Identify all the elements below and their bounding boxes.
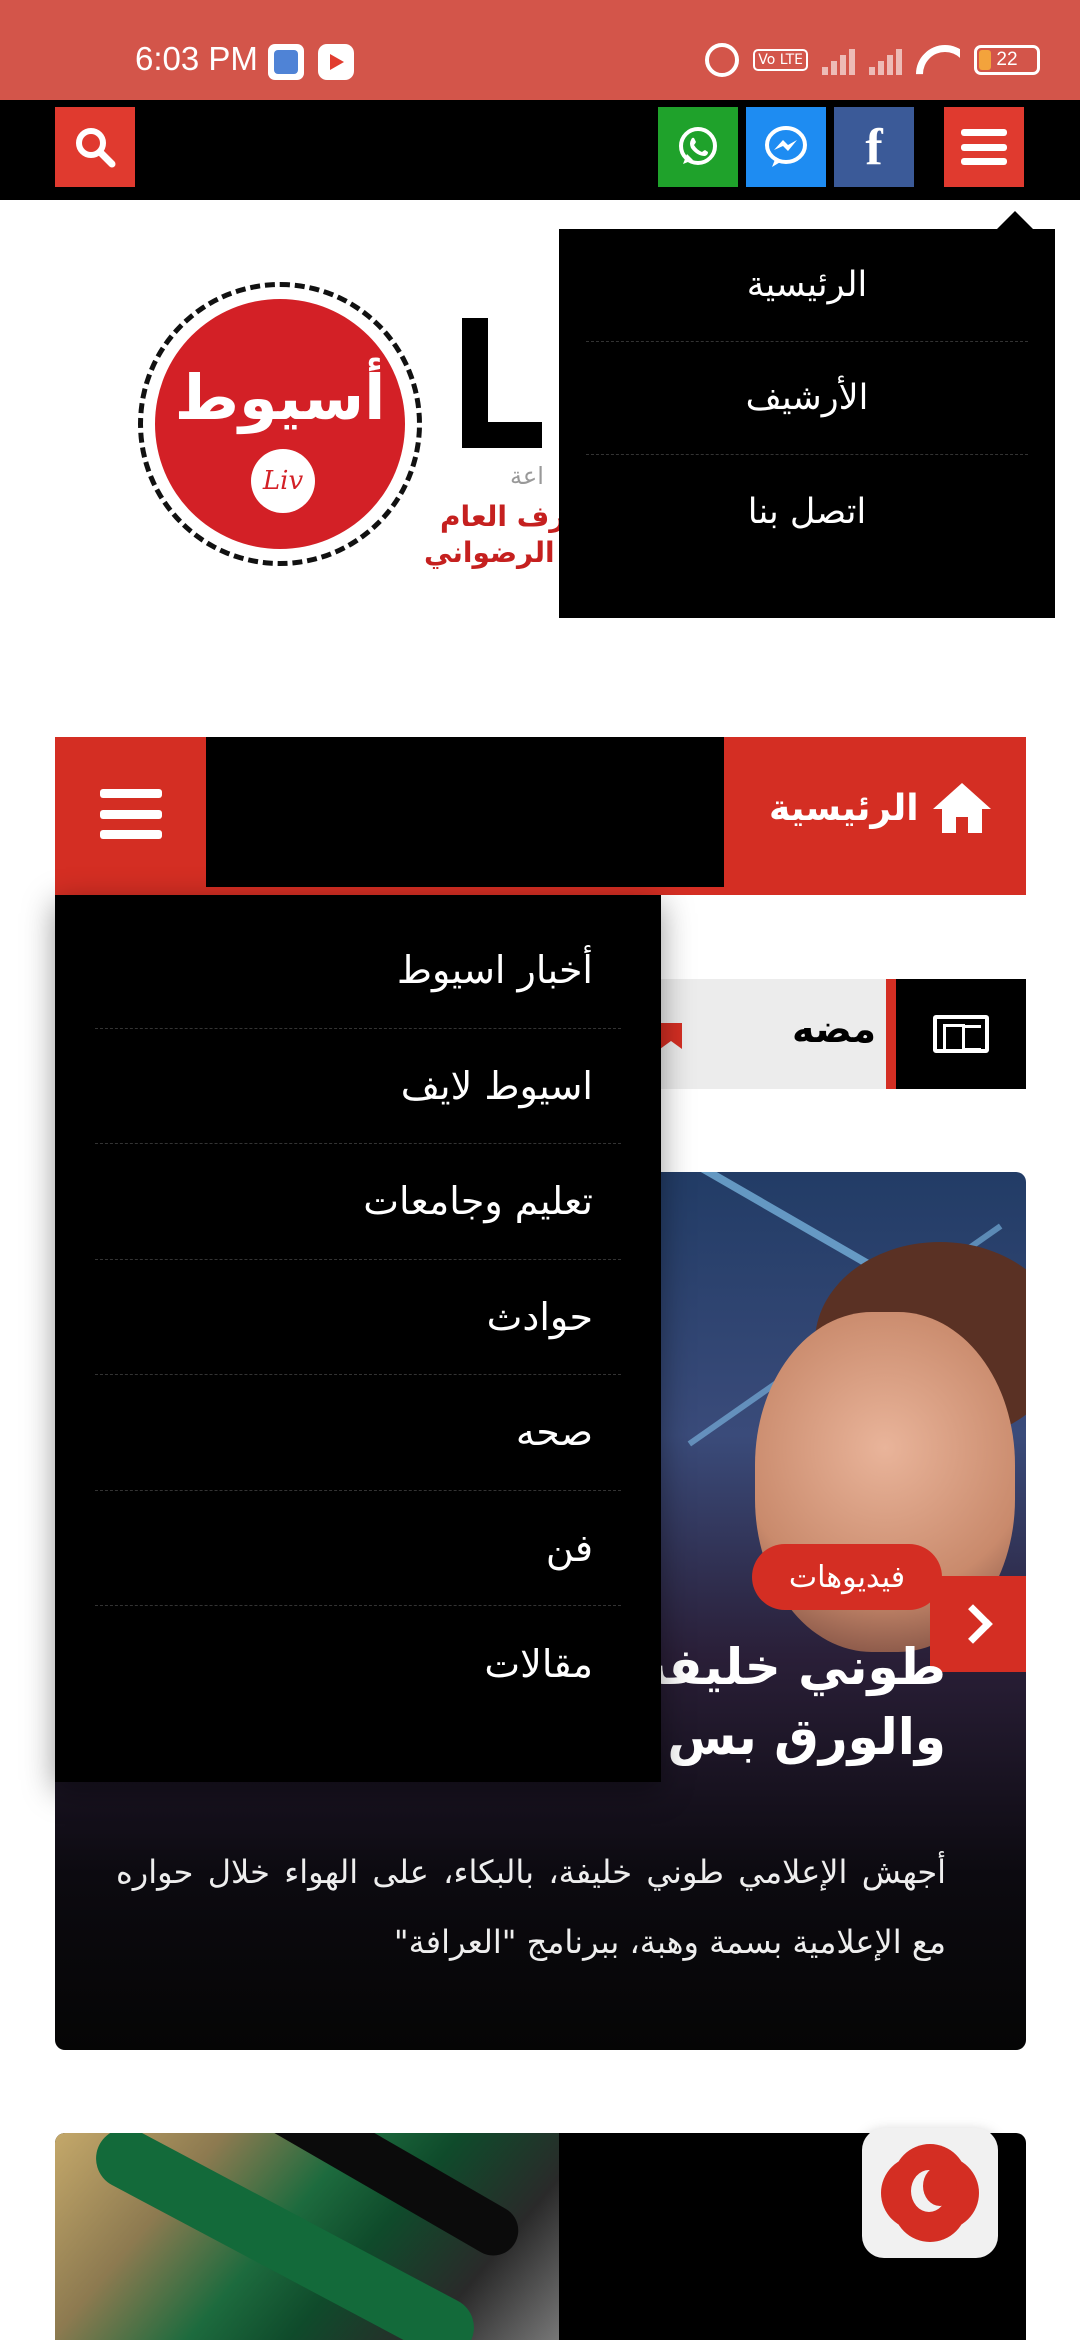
category-item-education[interactable]: تعليم وجامعات: [95, 1144, 621, 1260]
app-notification-icon: [268, 44, 304, 80]
signal-icon-2: [869, 45, 902, 75]
whatsapp-button[interactable]: [658, 107, 738, 187]
status-bar: 6:03 PM Vo LTE 22: [0, 0, 1080, 100]
brand-letter: [452, 318, 542, 448]
breaking-news-text: مضه: [791, 1007, 876, 1051]
dark-mode-icon: [889, 2152, 971, 2234]
menu-icon: [961, 129, 1007, 165]
category-item-accidents[interactable]: حوادث: [95, 1260, 621, 1375]
chevron-right-icon: [953, 1604, 993, 1644]
facebook-button[interactable]: f: [834, 107, 914, 187]
bookmark-icon: [660, 1023, 682, 1049]
volte-badge: Vo LTE: [753, 49, 808, 71]
messenger-icon: [765, 126, 807, 167]
status-icons: Vo LTE 22: [705, 40, 1040, 80]
youtube-icon: [318, 44, 354, 80]
category-item-health[interactable]: صحه: [95, 1375, 621, 1491]
header-menu-button[interactable]: [944, 107, 1024, 187]
dark-mode-toggle[interactable]: [862, 2128, 998, 2258]
search-button[interactable]: [55, 107, 135, 187]
newspaper-icon: [933, 1015, 989, 1053]
breaking-news-label: [886, 979, 1026, 1089]
menu-item-archive[interactable]: الأرشيف: [586, 342, 1028, 455]
category-dropdown-menu: أخبار اسيوط اسيوط لايف تعليم وجامعات حوا…: [55, 895, 661, 1782]
logo-badge: أسيوط Liv: [155, 299, 405, 549]
status-time: 6:03 PM: [135, 40, 258, 77]
search-icon: [76, 128, 116, 168]
article-excerpt: أجهش الإعلامي طوني خليفة، بالبكاء، على ا…: [116, 1853, 946, 1961]
home-icon: [932, 783, 991, 833]
menu-item-home[interactable]: الرئيسية: [586, 229, 1028, 342]
home-link-label: الرئيسية: [769, 787, 919, 829]
logo-liv-badge: Liv: [251, 449, 315, 513]
signal-icon: [822, 45, 855, 75]
menu-icon: [100, 789, 162, 839]
header-dropdown-menu: الرئيسية الأرشيف اتصل بنا: [559, 211, 1055, 618]
whatsapp-icon: [679, 127, 717, 165]
logo-text: أسيوط: [174, 361, 386, 434]
battery-icon: 22: [974, 45, 1040, 75]
category-item-assiut-live[interactable]: اسيوط لايف: [95, 1029, 621, 1144]
messenger-button[interactable]: [746, 107, 826, 187]
main-nav-search-area: [206, 737, 724, 887]
category-item-art[interactable]: فن: [95, 1491, 621, 1606]
category-item-assiut-news[interactable]: أخبار اسيوط: [95, 913, 621, 1029]
brand-line-2: د الرضواني: [424, 536, 579, 569]
wifi-icon: [916, 45, 960, 75]
breaking-news-bar[interactable]: مضه: [600, 979, 1026, 1089]
top-nav: f: [0, 100, 1080, 200]
article-category-badge[interactable]: فيديوهات: [752, 1544, 942, 1610]
category-item-articles[interactable]: مقالات: [95, 1606, 621, 1722]
facebook-icon: f: [865, 118, 883, 176]
brand-subtitle: اعة: [510, 462, 544, 490]
battery-level: 22: [996, 49, 1018, 70]
site-logo[interactable]: أسيوط Liv: [138, 282, 422, 566]
category-menu-button[interactable]: [100, 789, 162, 839]
main-nav: الرئيسية: [55, 737, 1026, 895]
home-link[interactable]: الرئيسية: [769, 783, 991, 833]
alarm-icon: [705, 43, 740, 77]
menu-item-contact[interactable]: اتصل بنا: [586, 455, 1028, 568]
